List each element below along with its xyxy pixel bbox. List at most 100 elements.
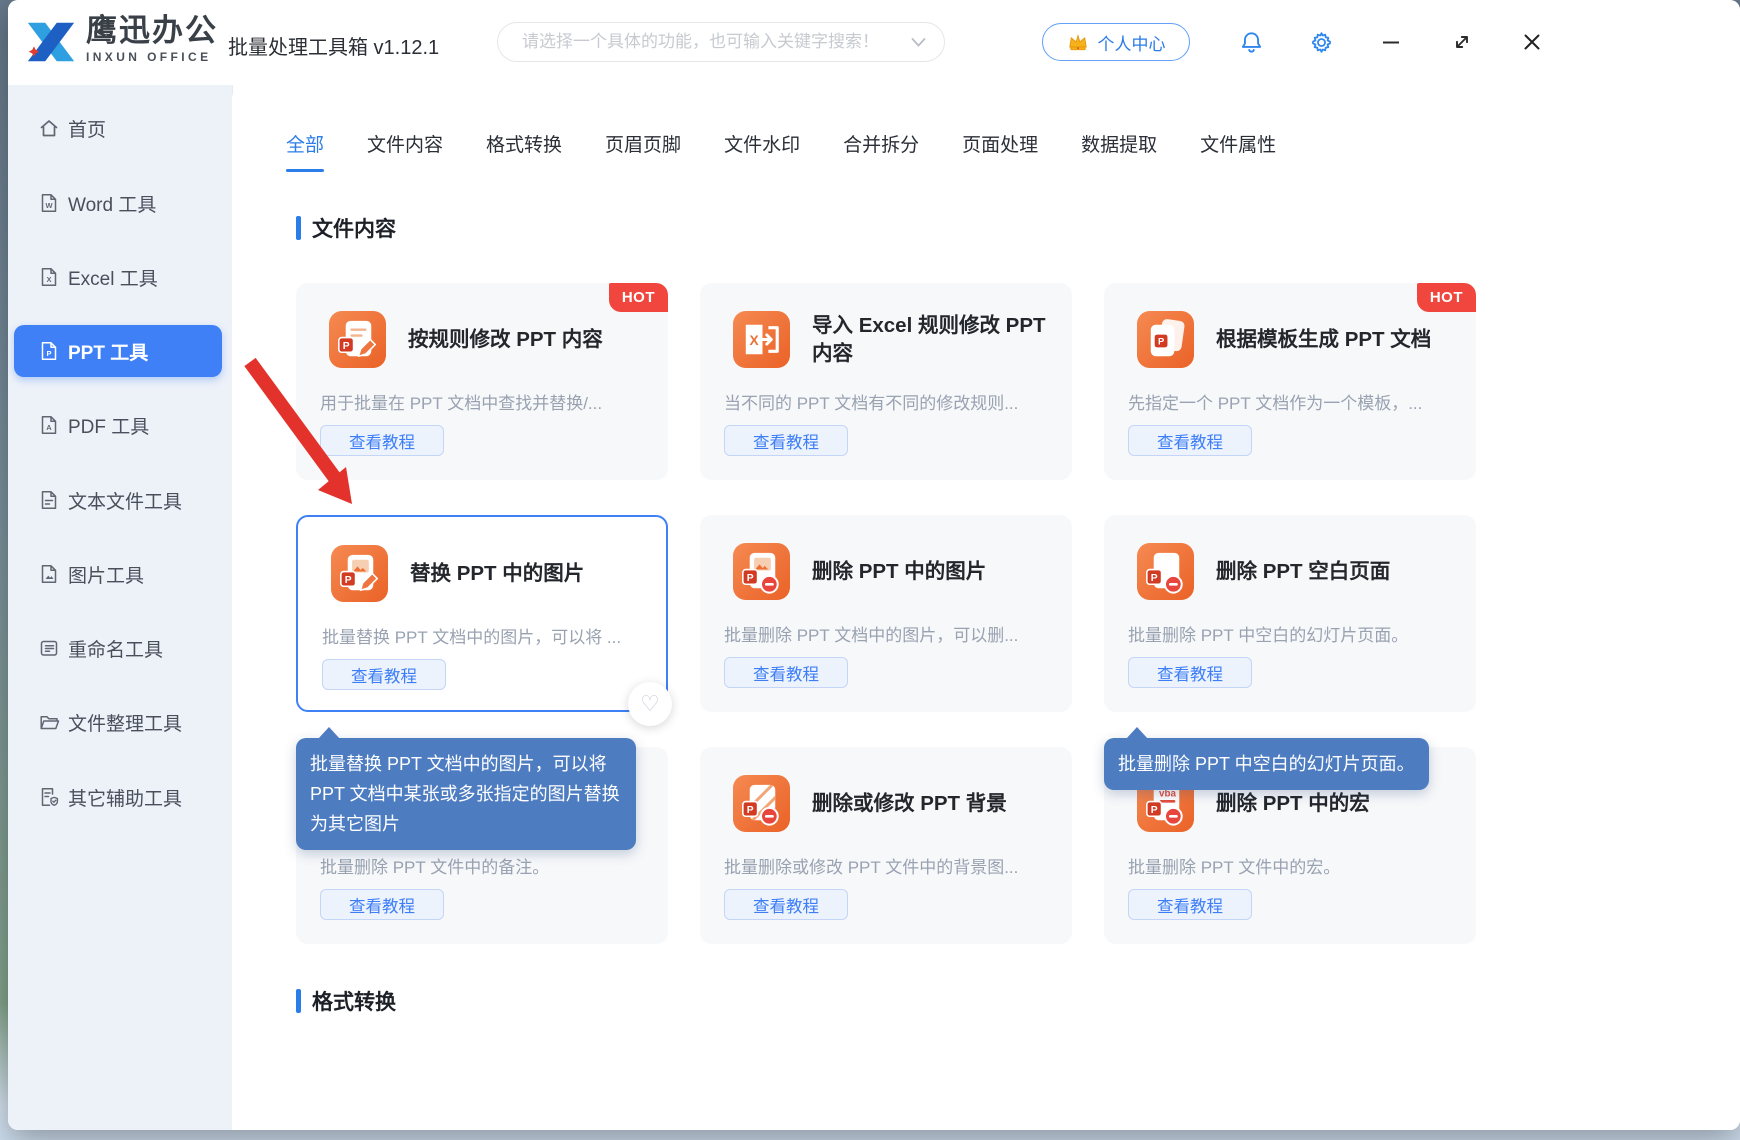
crown-icon: [1067, 32, 1089, 52]
tool-card-desc: 当不同的 PPT 文档有不同的修改规则...: [724, 389, 1054, 414]
tool-card-import-excel-modify-ppt[interactable]: X 导入 Excel 规则修改 PPT 内容 当不同的 PPT 文档有不同的修改…: [700, 283, 1072, 480]
section-bar: [296, 989, 301, 1013]
heart-icon: ♡: [640, 691, 660, 717]
svg-text:A: A: [46, 423, 52, 432]
rename-list-icon: [38, 637, 60, 659]
excel-doc-icon: X: [38, 266, 60, 288]
view-tutorial-button[interactable]: 查看教程: [724, 657, 848, 688]
tab-watermark[interactable]: 文件水印: [724, 131, 800, 161]
sidebar-item-label: PPT 工具: [68, 338, 148, 365]
user-center-button[interactable]: 个人中心: [1042, 23, 1190, 61]
tab-page-process[interactable]: 页面处理: [962, 131, 1038, 161]
maximize-button[interactable]: [1442, 22, 1482, 62]
tool-card-desc: 批量替换 PPT 文档中的图片，可以将 ...: [322, 623, 648, 648]
tooltip-replace-ppt-images: 批量替换 PPT 文档中的图片，可以将 PPT 文档中某张或多张指定的图片替换为…: [296, 738, 636, 850]
svg-text:P: P: [345, 575, 352, 586]
brand: 鹰迅办公 INXUN OFFICE: [86, 15, 218, 63]
tool-card-title: 删除 PPT 空白页面: [1216, 515, 1468, 629]
ppt-image-replace-icon: P: [331, 545, 388, 602]
tool-card-generate-ppt-from-template[interactable]: HOT P 根据模板生成 PPT 文档 先指定一个 PPT 文档作为一个模板，.…: [1104, 283, 1476, 480]
svg-text:vba: vba: [1159, 789, 1176, 800]
svg-text:P: P: [1158, 336, 1164, 346]
settings-button[interactable]: [1301, 22, 1341, 62]
brand-name-en: INXUN OFFICE: [86, 51, 218, 63]
text-doc-icon: [38, 489, 60, 511]
tab-data-extract[interactable]: 数据提取: [1081, 131, 1157, 161]
tool-card-replace-ppt-images[interactable]: P 替换 PPT 中的图片 批量替换 PPT 文档中的图片，可以将 ... 查看…: [296, 515, 668, 712]
view-tutorial-button[interactable]: 查看教程: [724, 889, 848, 920]
search-input[interactable]: [520, 31, 911, 53]
svg-text:P: P: [1151, 573, 1158, 584]
tool-card-title: 删除或修改 PPT 背景: [812, 747, 1064, 861]
notification-bell-button[interactable]: [1231, 22, 1271, 62]
tool-card-title: 替换 PPT 中的图片: [410, 517, 662, 631]
sidebar: 首页 W Word 工具 X Excel 工具 P PPT 工具 A PDF 工…: [8, 85, 233, 1130]
tab-merge-split[interactable]: 合并拆分: [843, 131, 919, 161]
sidebar-item-image-tools[interactable]: 图片工具: [8, 550, 232, 598]
category-tabs: 全部 文件内容 格式转换 页眉页脚 文件水印 合并拆分 页面处理 数据提取 文件…: [286, 131, 1276, 161]
sidebar-item-label: 其它辅助工具: [68, 784, 182, 811]
sidebar-item-label: 文件整理工具: [68, 709, 182, 736]
excel-rule-import-icon: X: [733, 311, 790, 368]
favorite-heart-button[interactable]: ♡: [628, 682, 672, 726]
tool-card-delete-modify-ppt-background[interactable]: P 删除或修改 PPT 背景 批量删除或修改 PPT 文件中的背景图... 查看…: [700, 747, 1072, 944]
sidebar-item-word-tools[interactable]: W Word 工具: [8, 179, 232, 227]
tab-format-convert[interactable]: 格式转换: [486, 131, 562, 161]
tab-header-footer[interactable]: 页眉页脚: [605, 131, 681, 161]
tool-card-desc: 批量删除 PPT 文件中的宏。: [1128, 853, 1458, 878]
tool-card-title: 按规则修改 PPT 内容: [408, 283, 660, 397]
tool-card-title: 删除 PPT 中的图片: [812, 515, 1064, 629]
tool-card-desc: 批量删除 PPT 中空白的幻灯片页面。: [1128, 621, 1458, 646]
tool-card-title: 根据模板生成 PPT 文档: [1216, 283, 1468, 397]
tab-all[interactable]: 全部: [286, 131, 324, 161]
word-doc-icon: W: [38, 192, 60, 214]
pdf-doc-icon: A: [38, 414, 60, 436]
svg-text:P: P: [343, 341, 350, 352]
function-search-box[interactable]: [497, 22, 945, 62]
sidebar-item-pdf-tools[interactable]: A PDF 工具: [8, 401, 232, 449]
sidebar-item-label: PDF 工具: [68, 412, 149, 439]
view-tutorial-button[interactable]: 查看教程: [1128, 657, 1252, 688]
section-bar: [296, 216, 301, 240]
view-tutorial-button[interactable]: 查看教程: [1128, 425, 1252, 456]
tool-card-delete-ppt-images[interactable]: P 删除 PPT 中的图片 批量删除 PPT 文档中的图片，可以删... 查看教…: [700, 515, 1072, 712]
view-tutorial-button[interactable]: 查看教程: [320, 425, 444, 456]
folder-open-icon: [38, 711, 60, 733]
sidebar-item-label: Excel 工具: [68, 264, 158, 291]
sidebar-item-other-aux-tools[interactable]: 其它辅助工具: [8, 773, 232, 821]
sidebar-item-ppt-tools[interactable]: P PPT 工具: [14, 325, 222, 377]
view-tutorial-button[interactable]: 查看教程: [322, 659, 446, 690]
app-title: 批量处理工具箱 v1.12.1: [228, 31, 439, 60]
tab-file-property[interactable]: 文件属性: [1200, 131, 1276, 161]
tool-card-modify-ppt-content[interactable]: HOT P 按规则修改 PPT 内容 用于批量在 PPT 文档中查找并替换/..…: [296, 283, 668, 480]
sidebar-item-home[interactable]: 首页: [8, 104, 232, 152]
sidebar-item-excel-tools[interactable]: X Excel 工具: [8, 253, 232, 301]
view-tutorial-button[interactable]: 查看教程: [320, 889, 444, 920]
svg-text:P: P: [747, 573, 754, 584]
app-window: 鹰迅办公 INXUN OFFICE 批量处理工具箱 v1.12.1 个人中心: [8, 0, 1740, 1130]
svg-text:P: P: [747, 805, 754, 816]
tool-card-desc: 先指定一个 PPT 文档作为一个模板，...: [1128, 389, 1458, 414]
minimize-button[interactable]: [1371, 22, 1411, 62]
chevron-down-icon[interactable]: [911, 38, 926, 47]
view-tutorial-button[interactable]: 查看教程: [724, 425, 848, 456]
ppt-background-delete-icon: P: [733, 775, 790, 832]
view-tutorial-button[interactable]: 查看教程: [1128, 889, 1252, 920]
section-format-convert: 格式转换: [296, 986, 396, 1016]
ppt-template-generate-icon: P: [1137, 311, 1194, 368]
ppt-image-delete-icon: P: [733, 543, 790, 600]
inxun-logo-icon: [24, 15, 78, 69]
section-title: 文件内容: [312, 213, 396, 243]
tool-card-desc: 批量删除或修改 PPT 文件中的背景图...: [724, 853, 1054, 878]
tab-file-content[interactable]: 文件内容: [367, 131, 443, 161]
sidebar-item-text-file-tools[interactable]: 文本文件工具: [8, 476, 232, 524]
sidebar-item-label: 重命名工具: [68, 635, 163, 662]
brand-name-cn: 鹰迅办公: [86, 15, 218, 46]
tool-card-delete-blank-ppt-pages[interactable]: P 删除 PPT 空白页面 批量删除 PPT 中空白的幻灯片页面。 查看教程: [1104, 515, 1476, 712]
svg-text:P: P: [46, 349, 51, 358]
close-button[interactable]: [1512, 22, 1552, 62]
section-file-content: 文件内容: [296, 213, 396, 243]
sidebar-item-file-organize-tools[interactable]: 文件整理工具: [8, 698, 232, 746]
sidebar-item-rename-tools[interactable]: 重命名工具: [8, 624, 232, 672]
tooltip-delete-blank-pages: 批量删除 PPT 中空白的幻灯片页面。: [1104, 738, 1429, 790]
